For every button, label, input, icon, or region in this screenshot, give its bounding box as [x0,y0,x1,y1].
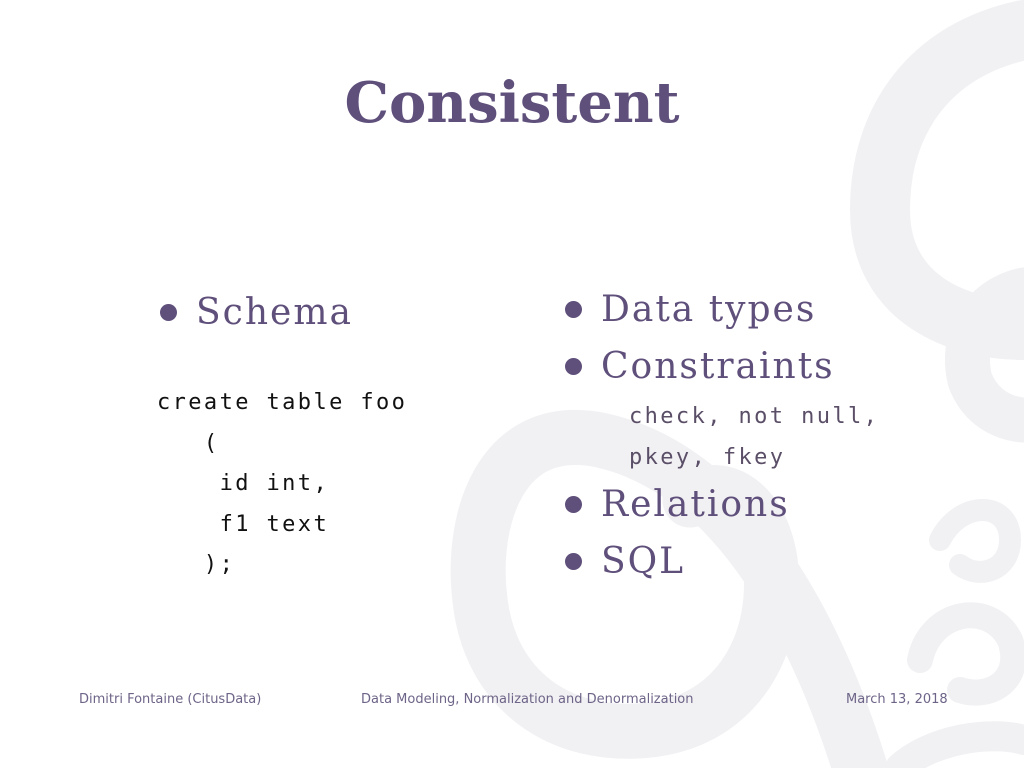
code-line: id int, [157,471,330,496]
create-table-code: create table foo ( id int, f1 text ); [157,383,407,586]
constraints-detail-line: pkey, fkey [629,445,786,470]
bullet-label: Constraints [601,346,835,387]
slide-title: Consistent [344,70,680,136]
constraints-detail: check, not null, pkey, fkey [629,396,879,478]
bullet-data-types: Data types [565,289,816,330]
bullet-label: Relations [601,484,790,525]
bullet-dot-icon [565,358,582,375]
bullet-relations: Relations [565,484,790,525]
bullet-dot-icon [160,304,177,321]
bullet-dot-icon [565,301,582,318]
constraints-detail-line: check, not null, [629,404,880,429]
bullet-label: Data types [601,289,817,330]
bullet-label: Schema [196,292,353,333]
bullet-label: SQL [601,541,686,582]
code-line: ( [157,430,220,456]
code-line: ); [157,552,236,577]
ornament-bottom-curl [907,602,1024,706]
ornament-bottom-edge [885,721,1024,768]
bullet-constraints: Constraints [565,346,835,387]
footer-date: March 13, 2018 [846,692,948,707]
bullet-dot-icon [565,553,582,570]
code-line: create table foo [157,390,408,415]
ornament-small-curl [929,499,1022,583]
footer-talk-title: Data Modeling, Normalization and Denorma… [361,692,694,707]
bullet-dot-icon [565,496,582,513]
code-line: f1 text [157,511,330,537]
bullet-schema: Schema [160,292,353,333]
bullet-sql: SQL [565,541,685,582]
footer-author: Dimitri Fontaine (CitusData) [79,692,262,707]
